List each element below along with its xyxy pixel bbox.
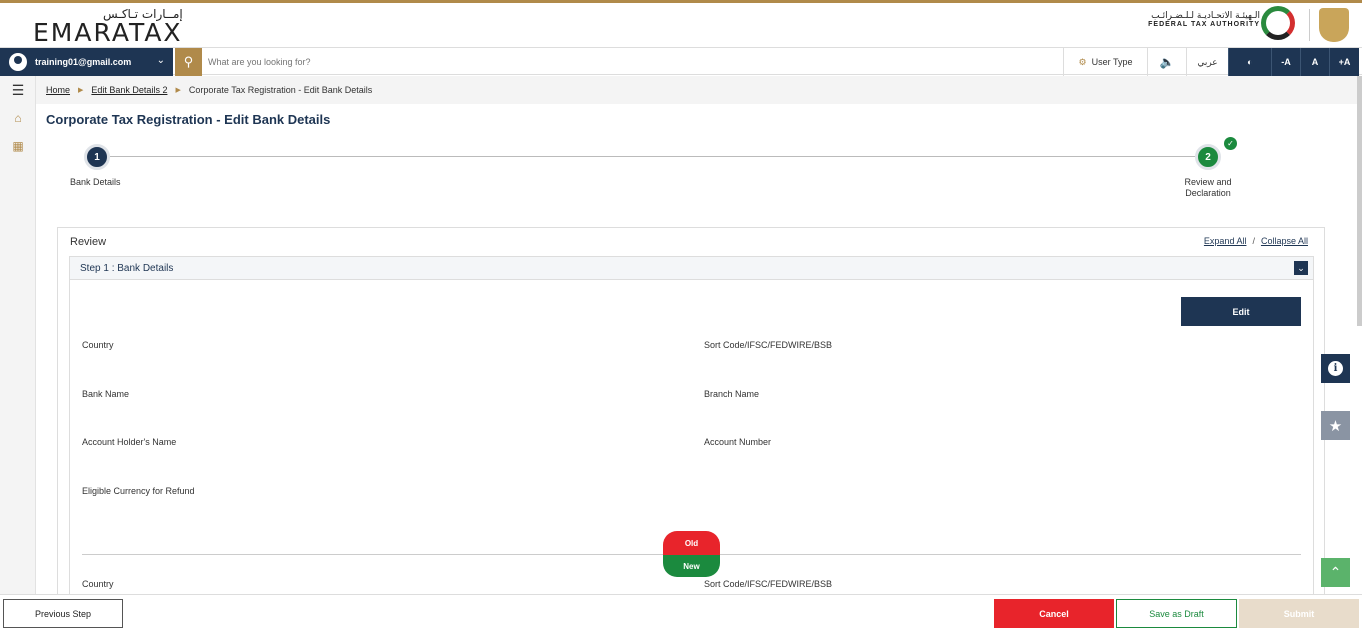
- user-menu[interactable]: training01@gmail.com ⌄: [0, 48, 173, 76]
- chevron-down-icon: ⌄: [156, 55, 165, 66]
- field-branch-name: Branch Name: [704, 389, 760, 399]
- accordion-header-bank-details[interactable]: Step 1 : Bank Details ⌄: [69, 256, 1314, 280]
- font-increase-button[interactable]: +A: [1329, 48, 1359, 76]
- accordion-body: Edit Country Sort Code/IFSC/FEDWIRE/BSB …: [69, 280, 1314, 607]
- info-button[interactable]: i: [1321, 354, 1350, 383]
- font-decrease-button[interactable]: -A: [1271, 48, 1300, 76]
- check-icon: ✓: [1224, 137, 1237, 150]
- scroll-to-top-icon[interactable]: ⌃: [1321, 558, 1350, 587]
- accordion-title: Step 1 : Bank Details: [80, 262, 174, 274]
- user-email: training01@gmail.com: [35, 57, 132, 67]
- user-type-button[interactable]: ⚙ User Type: [1063, 48, 1147, 76]
- review-title: Review: [70, 236, 107, 248]
- hamburger-menu-icon[interactable]: ☰: [0, 76, 36, 104]
- fta-emblem-icon: [1261, 6, 1295, 40]
- header: إمــارات تـاكـس EMARATAX الـهيئـة الاتحـ…: [0, 3, 1362, 47]
- language-toggle[interactable]: عربي: [1186, 48, 1228, 76]
- breadcrumb-current: Corporate Tax Registration - Edit Bank D…: [188, 85, 373, 95]
- emaratax-logo[interactable]: EMARATAX: [33, 18, 183, 47]
- expand-collapse-controls: Expand All / Collapse All: [1204, 236, 1308, 246]
- fta-name-english: FEDERAL TAX AUTHORITY: [1148, 21, 1260, 28]
- field-bank-name: Bank Name: [82, 389, 130, 399]
- field-account-number: Account Number: [704, 437, 772, 447]
- search-input[interactable]: [208, 48, 1048, 76]
- submit-button[interactable]: Submit: [1239, 599, 1359, 628]
- footer-actions: Previous Step Cancel Save as Draft Submi…: [0, 594, 1362, 632]
- breadcrumb-arrow-icon: ▶: [78, 87, 84, 94]
- collapse-all-link[interactable]: Collapse All: [1261, 236, 1308, 246]
- apps-grid-icon[interactable]: ▦: [0, 132, 36, 160]
- scrollbar[interactable]: [1357, 76, 1362, 326]
- breadcrumb-parent[interactable]: Edit Bank Details 2: [91, 85, 167, 95]
- save-draft-button[interactable]: Save as Draft: [1116, 599, 1237, 628]
- old-badge: Old: [663, 531, 720, 555]
- new-field-sort-code: Sort Code/IFSC/FEDWIRE/BSB: [704, 579, 833, 589]
- user-type-label: User Type: [1091, 57, 1133, 67]
- breadcrumb: Home ▶ Edit Bank Details 2 ▶ Corporate T…: [36, 76, 1362, 104]
- page-title: Corporate Tax Registration - Edit Bank D…: [46, 112, 331, 127]
- user-avatar-icon: [9, 53, 27, 71]
- contrast-toggle-icon[interactable]: ◐: [1228, 48, 1271, 76]
- edit-button[interactable]: Edit: [1181, 297, 1301, 326]
- uae-emblem-icon: [1319, 8, 1349, 42]
- step-1-circle[interactable]: 1: [84, 144, 110, 170]
- search-icon[interactable]: ⚲: [175, 48, 202, 76]
- separator: /: [1252, 236, 1255, 246]
- step-2-label: Review and Declaration: [1184, 177, 1232, 198]
- field-account-holder: Account Holder's Name: [82, 437, 177, 447]
- fta-logo-text: الـهيئـة الاتحـاديـة لـلـضـرائـب FEDERAL…: [1148, 11, 1260, 28]
- field-country: Country: [82, 340, 114, 350]
- review-panel: Review Expand All / Collapse All Step 1 : …: [57, 227, 1325, 607]
- sidebar: ☰ ⌂ ▦: [0, 76, 36, 594]
- step-1-label: Bank Details: [70, 177, 121, 187]
- step-2-circle[interactable]: 2: [1195, 144, 1221, 170]
- new-badge: New: [663, 555, 720, 577]
- top-toolbar: training01@gmail.com ⌄ ⚲ ⚙ User Type 🔈 ع…: [0, 47, 1362, 76]
- new-field-country: Country: [82, 579, 114, 589]
- gear-icon: ⚙: [1078, 56, 1087, 67]
- stepper-line: [110, 156, 1196, 157]
- favorite-star-icon[interactable]: ★: [1321, 411, 1350, 440]
- chevron-down-icon[interactable]: ⌄: [1294, 261, 1308, 275]
- previous-step-button[interactable]: Previous Step: [3, 599, 123, 628]
- speaker-icon[interactable]: 🔈: [1147, 48, 1186, 76]
- info-icon: i: [1328, 361, 1343, 376]
- breadcrumb-home[interactable]: Home: [46, 85, 70, 95]
- expand-all-link[interactable]: Expand All: [1204, 236, 1247, 246]
- cancel-button[interactable]: Cancel: [994, 599, 1114, 628]
- home-icon[interactable]: ⌂: [0, 104, 36, 132]
- font-normal-button[interactable]: A: [1300, 48, 1329, 76]
- fta-name-arabic: الـهيئـة الاتحـاديـة لـلـضـرائـب: [1151, 11, 1260, 21]
- header-divider: [1309, 9, 1310, 41]
- field-eligible-currency: Eligible Currency for Refund: [82, 486, 195, 496]
- field-sort-code: Sort Code/IFSC/FEDWIRE/BSB: [704, 340, 833, 350]
- breadcrumb-arrow-icon: ▶: [175, 87, 181, 94]
- toolbar-tools: ⚙ User Type 🔈 عربي ◐ -A A +A: [1063, 48, 1359, 76]
